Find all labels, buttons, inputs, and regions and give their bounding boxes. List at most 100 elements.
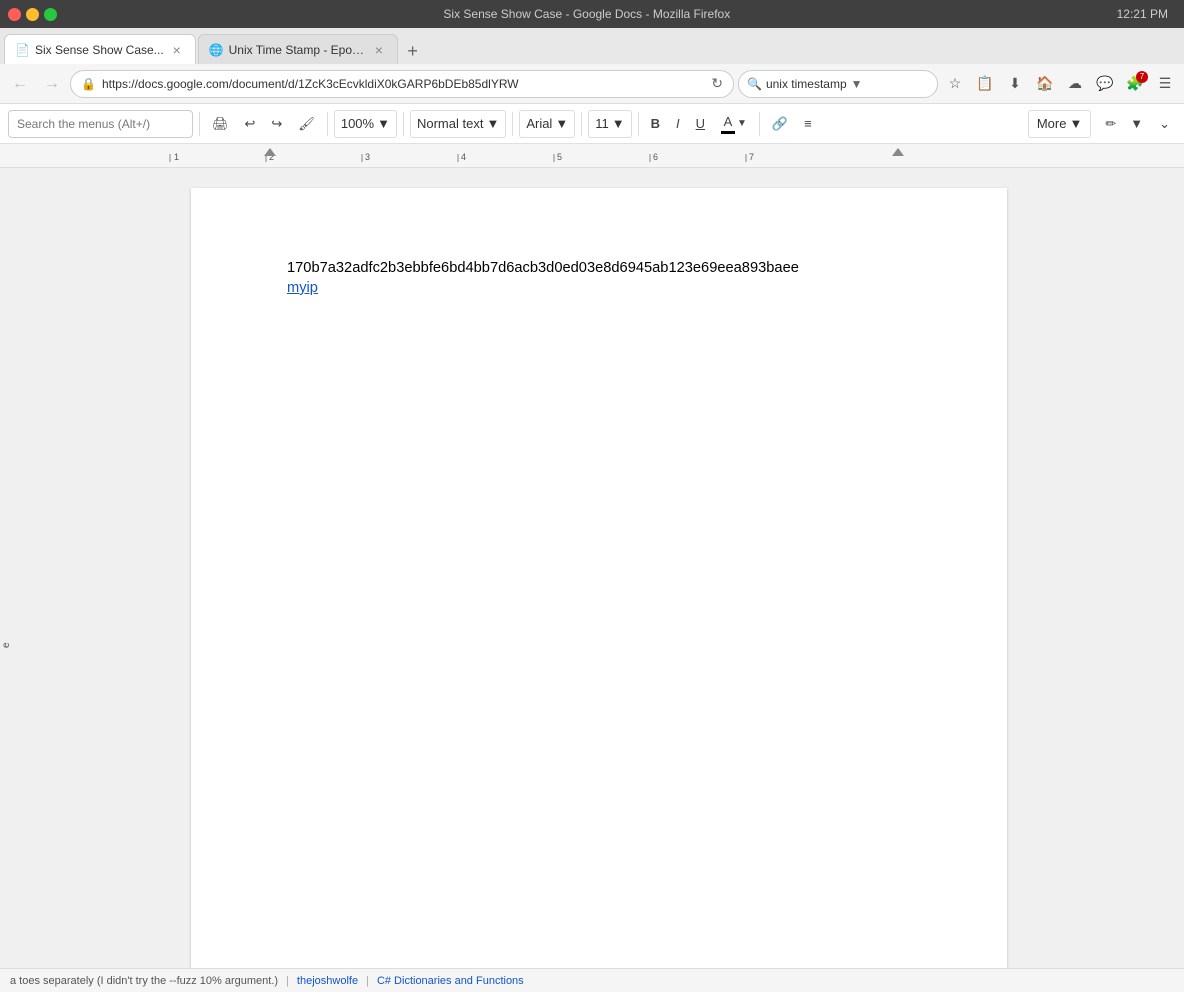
underline-button[interactable]: U bbox=[690, 110, 711, 138]
document-content: 170b7a32adfc2b3ebbfe6bd4bb7d6acb3d0ed03e… bbox=[287, 260, 911, 296]
style-dropdown[interactable]: Normal text ▼ bbox=[410, 110, 506, 138]
search-menus-input[interactable]: Search the menus (Alt+/) bbox=[8, 110, 193, 138]
bottom-bar: a toes separately (I didn't try the --fu… bbox=[0, 968, 1184, 992]
titlebar: Six Sense Show Case - Google Docs - Mozi… bbox=[0, 0, 1184, 28]
editing-mode-group: ✏ ▼ bbox=[1099, 110, 1149, 138]
home-button[interactable]: 🏠 bbox=[1032, 71, 1058, 97]
text-color-button[interactable]: A ▼ bbox=[715, 110, 753, 138]
back-button[interactable]: ← bbox=[6, 70, 34, 98]
style-dropdown-arrow: ▼ bbox=[486, 116, 499, 131]
bottom-link-thejoshwolfe[interactable]: thejoshwolfe bbox=[297, 975, 358, 987]
sidebar-content: a g f n n e e s u gi ag n % bbox=[0, 248, 14, 648]
search-value: unix timestamp bbox=[766, 77, 847, 91]
tab-favicon: 📄 bbox=[15, 43, 30, 57]
svg-text:6: 6 bbox=[653, 152, 658, 162]
messages-button[interactable]: 💬 bbox=[1092, 71, 1118, 97]
toolbar-divider-7 bbox=[759, 112, 760, 136]
tab-close-button-2[interactable]: × bbox=[371, 42, 387, 58]
svg-text:1: 1 bbox=[174, 152, 179, 162]
zoom-dropdown[interactable]: 100% ▼ bbox=[334, 110, 397, 138]
text-color-dropdown: ▼ bbox=[737, 118, 747, 129]
tab-close-button[interactable]: × bbox=[169, 42, 185, 58]
tab-label: Six Sense Show Case... bbox=[35, 43, 164, 57]
toolbar-divider-4 bbox=[512, 112, 513, 136]
docs-toolbar: Search the menus (Alt+/) 🖨 ↩ ↪ 🖌 100% ▼ … bbox=[0, 104, 1184, 144]
close-button[interactable] bbox=[8, 8, 21, 21]
svg-text:4: 4 bbox=[461, 152, 466, 162]
zoom-value: 100% bbox=[341, 116, 374, 131]
tab-favicon-2: 🌐 bbox=[209, 43, 224, 57]
hash-text: 170b7a32adfc2b3ebbfe6bd4bb7d6acb3d0ed03e… bbox=[287, 260, 799, 276]
search-dropdown-icon: ▼ bbox=[851, 77, 863, 91]
system-time: 12:21 PM bbox=[1117, 7, 1168, 21]
font-size-dropdown-arrow: ▼ bbox=[612, 116, 625, 131]
document-page[interactable]: 170b7a32adfc2b3ebbfe6bd4bb7d6acb3d0ed03e… bbox=[191, 188, 1007, 988]
url-text: https://docs.google.com/document/d/1ZcK3… bbox=[102, 77, 705, 91]
italic-button[interactable]: I bbox=[670, 110, 686, 138]
svg-text:7: 7 bbox=[749, 152, 754, 162]
undo-button[interactable]: ↩ bbox=[239, 110, 262, 138]
insert-link-button[interactable]: 🔗 bbox=[766, 110, 794, 138]
font-dropdown-arrow: ▼ bbox=[555, 116, 568, 131]
bottom-separator-1: | bbox=[286, 975, 289, 987]
more-button[interactable]: More ▼ bbox=[1028, 110, 1092, 138]
page-container: 170b7a32adfc2b3ebbfe6bd4bb7d6acb3d0ed03e… bbox=[14, 168, 1184, 992]
search-menus-label: Search the menus (Alt+/) bbox=[17, 117, 150, 131]
bottom-link-dictionaries[interactable]: C# Dictionaries and Functions bbox=[377, 975, 524, 987]
titlebar-icons: 12:21 PM bbox=[1117, 7, 1176, 21]
addons-button[interactable]: 🧩 7 bbox=[1122, 71, 1148, 97]
toolbar-divider-6 bbox=[638, 112, 639, 136]
editing-pencil-button[interactable]: ✏ bbox=[1099, 110, 1122, 138]
maximize-button[interactable] bbox=[44, 8, 57, 21]
ruler: 1 2 3 4 5 6 7 bbox=[0, 144, 1184, 168]
style-value: Normal text bbox=[417, 116, 483, 131]
addon-badge: 7 bbox=[1136, 71, 1148, 83]
font-dropdown[interactable]: Arial ▼ bbox=[519, 110, 575, 138]
tab-label-2: Unix Time Stamp - Epoc... bbox=[229, 43, 366, 57]
toolbar-divider-2 bbox=[327, 112, 328, 136]
print-button[interactable]: 🖨 bbox=[206, 110, 235, 138]
browser-toolbar-icons: ☆ 📋 ⬇ 🏠 ☁ 💬 🧩 7 ☰ bbox=[942, 71, 1178, 97]
tab-google-docs[interactable]: 📄 Six Sense Show Case... × bbox=[4, 34, 196, 64]
bookmark-star-button[interactable]: ☆ bbox=[942, 71, 968, 97]
bold-button[interactable]: B bbox=[645, 110, 666, 138]
window-controls[interactable] bbox=[8, 8, 57, 21]
refresh-icon[interactable]: ↻ bbox=[711, 75, 723, 92]
tab-bar: 📄 Six Sense Show Case... × 🌐 Unix Time S… bbox=[0, 28, 1184, 64]
tab-unix-timestamp[interactable]: 🌐 Unix Time Stamp - Epoc... × bbox=[198, 34, 398, 64]
more-label: More bbox=[1037, 116, 1067, 131]
forward-button[interactable]: → bbox=[38, 70, 66, 98]
svg-text:5: 5 bbox=[557, 152, 562, 162]
security-lock-icon: 🔒 bbox=[81, 77, 96, 91]
address-bar[interactable]: 🔒 https://docs.google.com/document/d/1Zc… bbox=[70, 70, 734, 98]
toolbar-divider-3 bbox=[403, 112, 404, 136]
expand-button[interactable]: ⌄ bbox=[1153, 110, 1176, 138]
editing-dropdown-button[interactable]: ▼ bbox=[1124, 110, 1149, 138]
redo-button[interactable]: ↪ bbox=[265, 110, 288, 138]
reader-view-button[interactable]: 📋 bbox=[972, 71, 998, 97]
minimize-button[interactable] bbox=[26, 8, 39, 21]
ruler-marks: 1 2 3 4 5 6 7 bbox=[0, 144, 1184, 167]
font-size-dropdown[interactable]: 11 ▼ bbox=[588, 110, 631, 138]
insert-comment-button[interactable]: ≡ bbox=[798, 110, 818, 138]
sidebar-text-e2: e bbox=[0, 250, 14, 648]
navigation-bar: ← → 🔒 https://docs.google.com/document/d… bbox=[0, 64, 1184, 104]
left-sidebar: a g f n n e e s u gi ag n % bbox=[0, 168, 14, 992]
text-color-label: A bbox=[724, 114, 733, 129]
search-magnify-icon: 🔍 bbox=[747, 77, 762, 91]
downloads-button[interactable]: ⬇ bbox=[1002, 71, 1028, 97]
sync-button[interactable]: ☁ bbox=[1062, 71, 1088, 97]
toolbar-divider-5 bbox=[581, 112, 582, 136]
document-line-1: 170b7a32adfc2b3ebbfe6bd4bb7d6acb3d0ed03e… bbox=[287, 260, 911, 276]
more-dropdown-arrow: ▼ bbox=[1069, 116, 1082, 131]
bottom-text-1: a toes separately (I didn't try the --fu… bbox=[10, 975, 278, 987]
myip-link[interactable]: myip bbox=[287, 280, 318, 296]
window-title: Six Sense Show Case - Google Docs - Mozi… bbox=[63, 7, 1111, 21]
bottom-separator-2: | bbox=[366, 975, 369, 987]
menu-button[interactable]: ☰ bbox=[1152, 71, 1178, 97]
browser-search-bar[interactable]: 🔍 unix timestamp ▼ bbox=[738, 70, 938, 98]
paint-format-button[interactable]: 🖌 bbox=[292, 110, 321, 138]
new-tab-button[interactable]: + bbox=[400, 38, 426, 64]
content-area: a g f n n e e s u gi ag n % 170b7a32adfc… bbox=[0, 168, 1184, 992]
font-value: Arial bbox=[526, 116, 552, 131]
